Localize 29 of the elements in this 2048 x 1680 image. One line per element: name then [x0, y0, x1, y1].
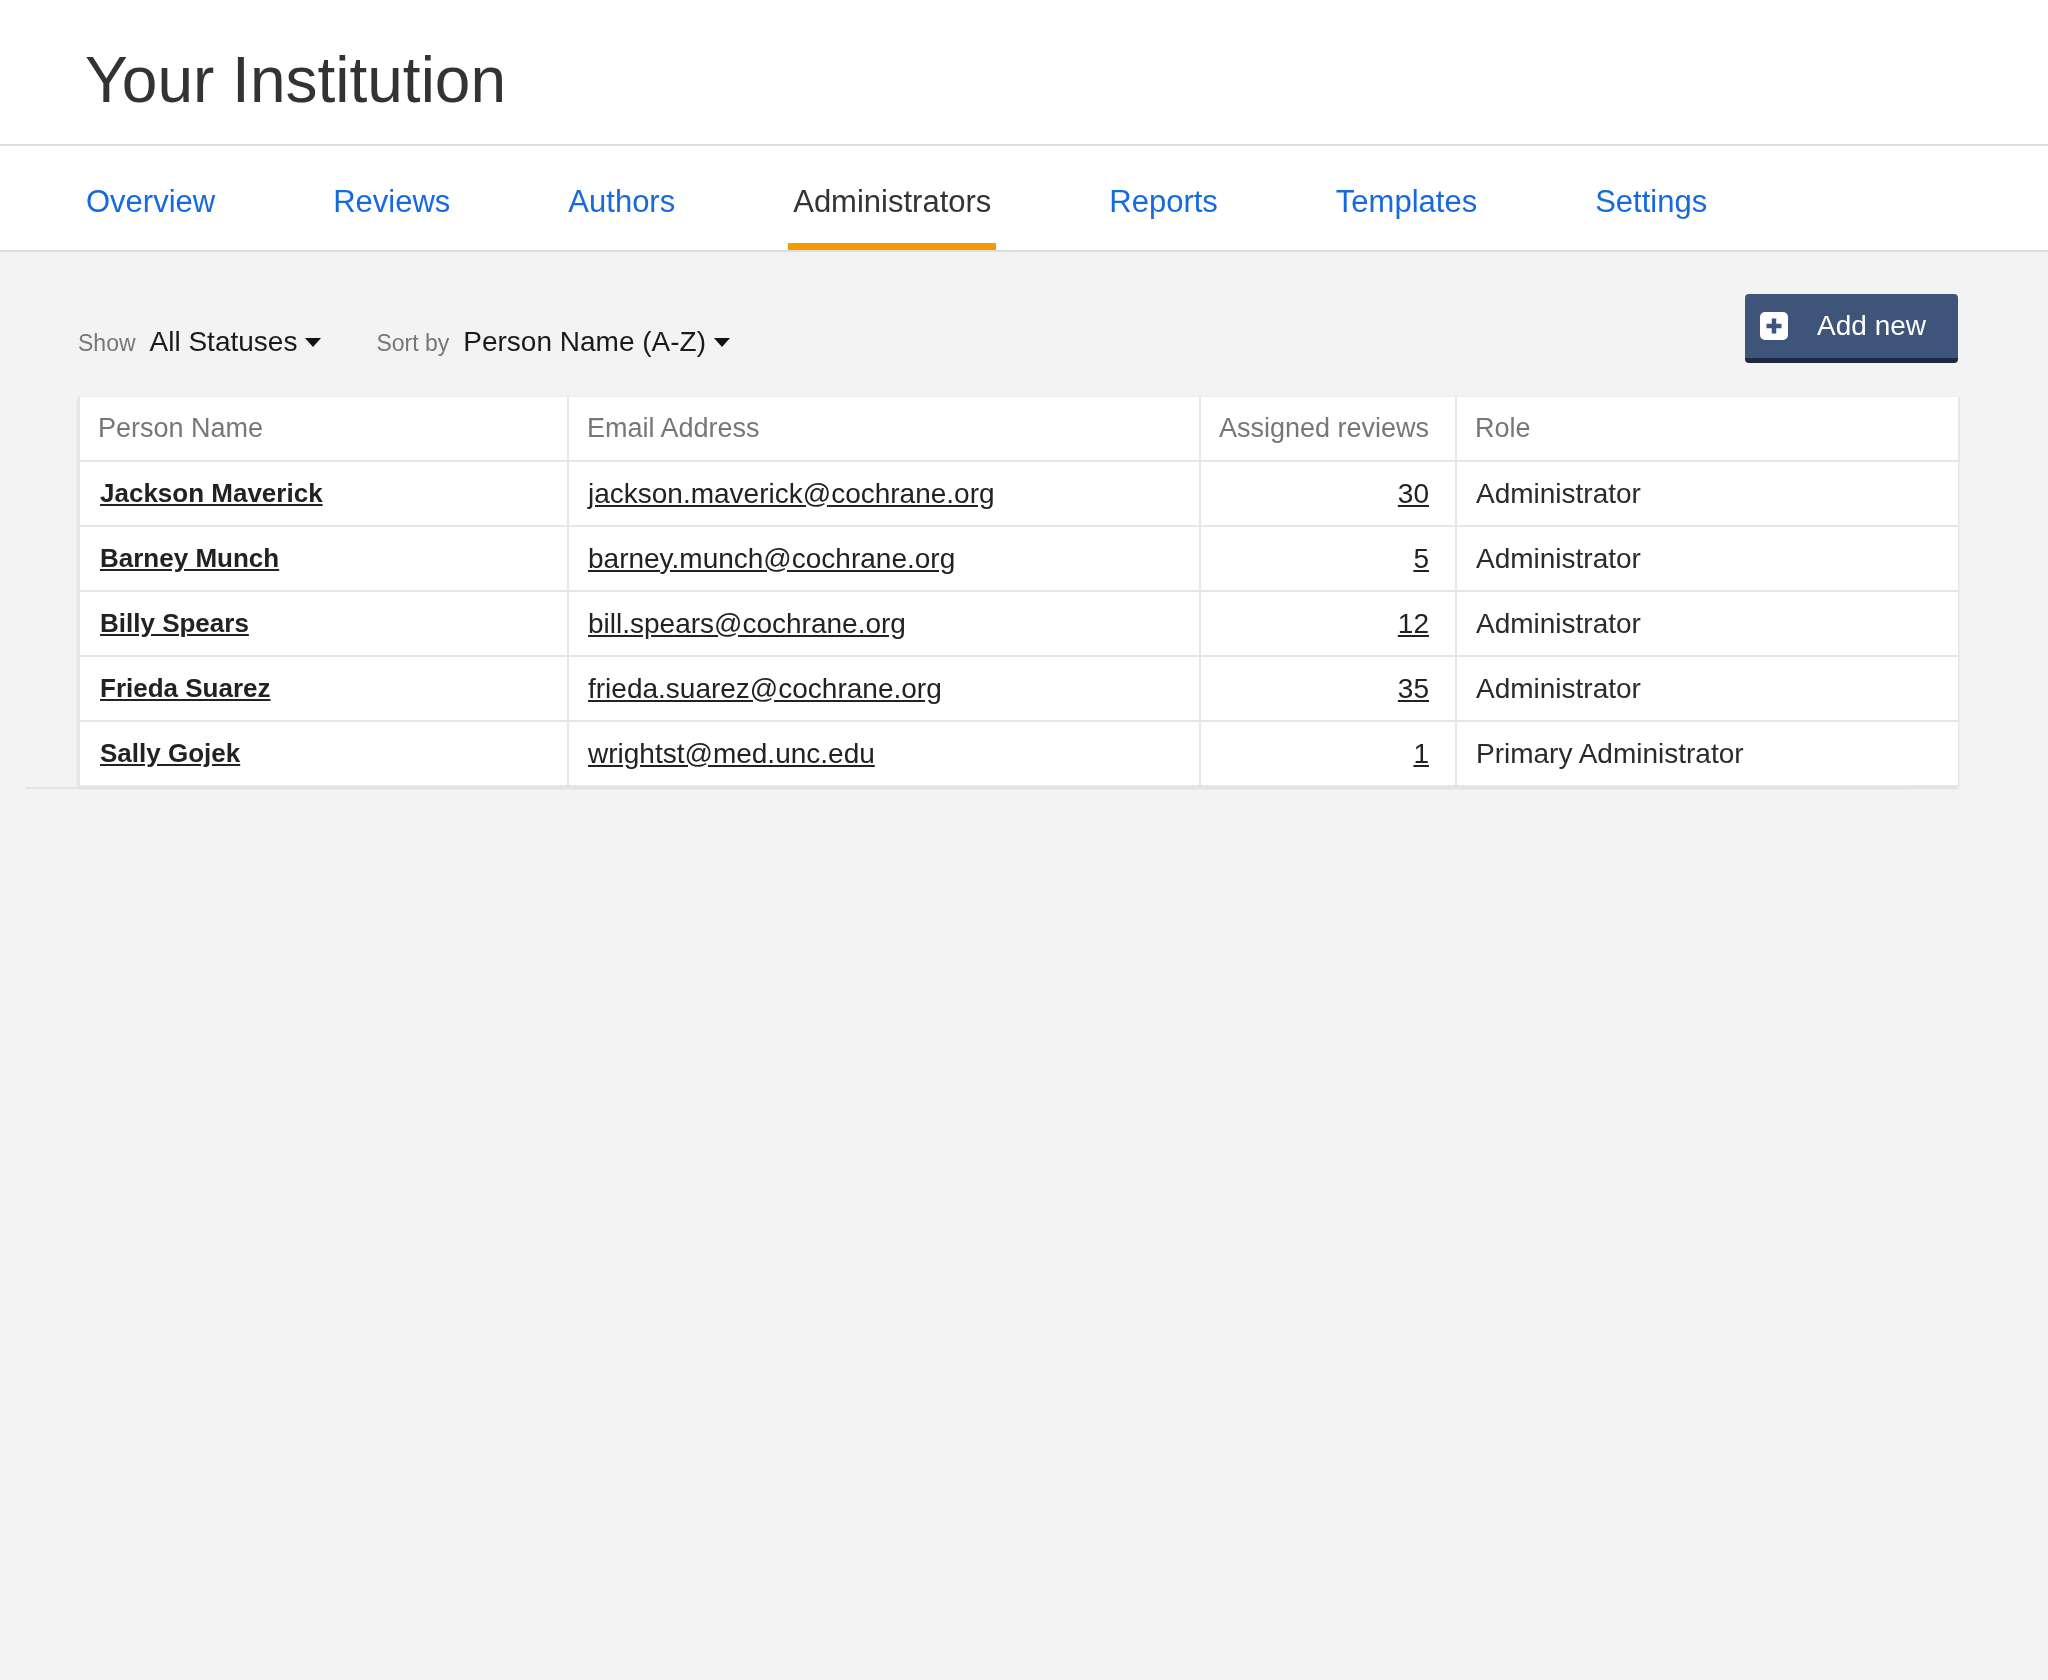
tab[interactable]: Settings [1590, 146, 1713, 250]
plus-icon [1760, 312, 1789, 340]
filter-label: Sort by [376, 329, 450, 358]
caret-icon [714, 337, 730, 347]
person-name-link[interactable]: Frieda Suarez [100, 673, 271, 703]
review-count-link[interactable]: 30 [1397, 477, 1429, 509]
filter-dropdown[interactable]: Person Name (A-Z) [463, 326, 730, 358]
tab[interactable]: Templates [1330, 146, 1483, 250]
column-header: Role [1456, 397, 1959, 461]
tab[interactable]: Reviews [328, 146, 456, 250]
tab[interactable]: Administrators [788, 146, 997, 250]
review-count-link[interactable]: 5 [1413, 542, 1429, 574]
person-name-link[interactable]: Billy Spears [100, 608, 249, 638]
person-name-link[interactable]: Barney Munch [100, 543, 280, 573]
filter-label: Show [78, 329, 136, 358]
review-count-link[interactable]: 1 [1413, 737, 1429, 769]
caret-icon [305, 337, 322, 347]
tab[interactable]: Overview [81, 146, 221, 250]
column-header: Person Name [79, 397, 568, 461]
page-title: Your Institution [85, 48, 507, 112]
review-count-link[interactable]: 12 [1397, 607, 1429, 639]
add-new-button[interactable]: Add new [1745, 294, 1958, 363]
filter-dropdown[interactable]: All Statuses [149, 326, 322, 358]
column-header: Assigned reviews [1200, 397, 1456, 461]
column-header: Email Address [568, 397, 1200, 461]
person-name-link[interactable]: Sally Gojek [100, 738, 241, 768]
tab[interactable]: Reports [1104, 146, 1223, 250]
review-count-link[interactable]: 35 [1397, 672, 1429, 704]
tab[interactable]: Authors [563, 146, 681, 250]
